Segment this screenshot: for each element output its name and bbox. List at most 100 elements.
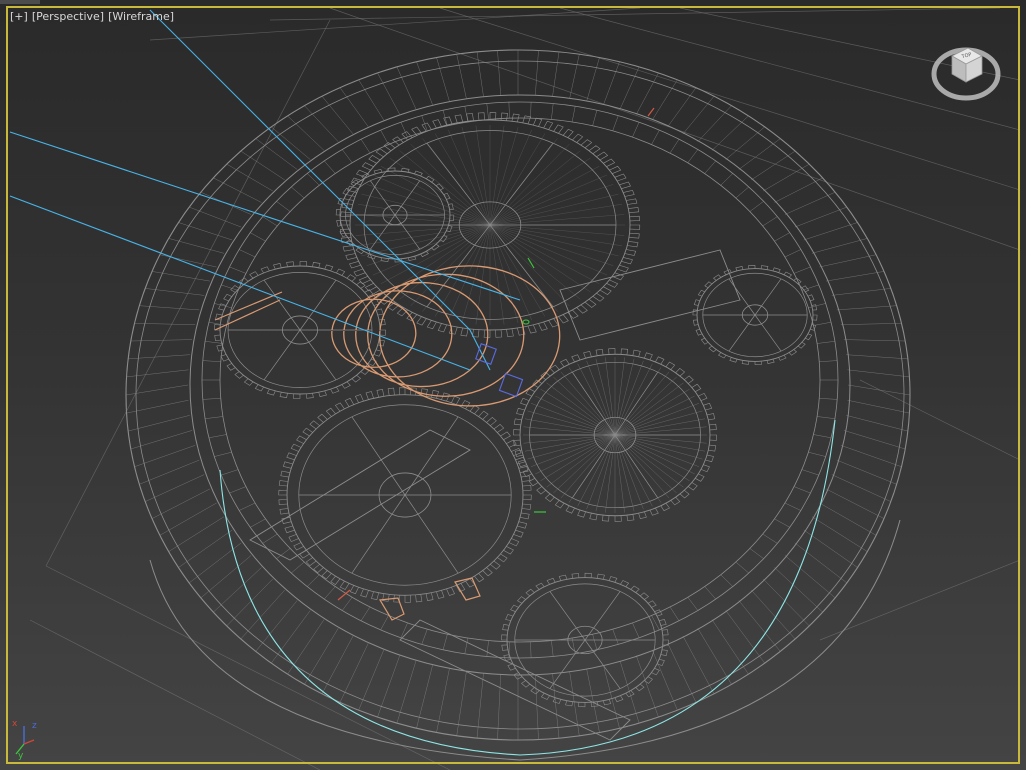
chapter-ring-tick — [442, 634, 448, 650]
case-facet-line — [134, 445, 196, 467]
x-axis-line — [23, 739, 35, 745]
chapter-ring-tick — [324, 586, 336, 600]
case-facet-line — [456, 54, 467, 99]
z-axis-label: z — [32, 721, 37, 731]
chapter-ring-tick — [704, 160, 716, 174]
main-fan-line — [489, 224, 619, 257]
chapter-ring-tick — [508, 102, 510, 119]
case-facet-line — [497, 674, 501, 740]
case-facet-line — [358, 649, 385, 711]
case-facet-line — [831, 474, 891, 502]
floor-grid-line — [149, 7, 641, 41]
case-facet-line — [456, 671, 467, 736]
case-facet-line — [846, 354, 908, 360]
chapter-ring-tick — [784, 249, 801, 258]
balance-fan-line — [614, 363, 653, 436]
case-facet-line — [836, 459, 897, 485]
case-facet-line — [651, 649, 678, 711]
chapter-ring-tick — [486, 103, 489, 120]
chapter-ring-tick — [819, 360, 838, 362]
bridge-plate — [559, 249, 741, 341]
top-left-gear-spoke — [370, 180, 396, 216]
case-facet-line — [178, 222, 233, 241]
case-facet-line — [819, 254, 877, 268]
case-facet-line — [151, 488, 211, 519]
chapter-ring-tick — [794, 486, 811, 494]
case-facet-line — [128, 354, 190, 360]
case-facet-line — [803, 222, 858, 241]
perspective-viewport[interactable]: [+] [Perspective] [Wireframe] TOP x z y — [0, 0, 1026, 770]
chapter-ring-tick — [214, 303, 232, 309]
chapter-ring-tick — [229, 486, 246, 494]
main-fan-line — [475, 224, 491, 325]
balance-fan-line — [614, 434, 703, 460]
balance-fan-line — [560, 371, 616, 436]
chapter-ring-tick — [250, 518, 266, 528]
chapter-ring-tick — [687, 149, 698, 163]
case-facet-line — [784, 555, 836, 598]
y-axis-label: y — [18, 751, 24, 760]
chapter-ring-tick — [774, 518, 790, 528]
case-facet-line — [843, 430, 906, 450]
viewport-general-menu[interactable]: [+] — [10, 10, 28, 23]
case-facet-line — [552, 51, 560, 97]
balance-fan-line — [614, 434, 653, 507]
case-facet-line — [825, 488, 885, 519]
x-axis-label: x — [12, 719, 18, 729]
chapter-ring-tick — [276, 201, 291, 212]
case-facet-line — [738, 600, 781, 652]
camera-target-line — [9, 131, 521, 301]
case-outer-ring-inner — [135, 60, 905, 730]
balance-fan-line — [614, 434, 684, 488]
case-facet-line — [840, 445, 902, 467]
floor-grid-line — [45, 565, 451, 770]
viewport-point-of-view-menu[interactable]: [Perspective] — [32, 10, 104, 23]
chapter-ring-tick — [817, 416, 835, 419]
chapter-ring-tick — [205, 341, 223, 344]
main-fan-line — [489, 150, 581, 226]
balance-fan-line — [530, 403, 616, 436]
chapter-ring-tick — [324, 160, 336, 174]
case-facet-line — [476, 673, 484, 739]
case-facet-line — [569, 54, 580, 99]
case-facet-line — [819, 502, 877, 536]
chapter-ring-tick — [669, 606, 680, 621]
viewport-shading-menu[interactable]: [Wireframe] — [108, 10, 174, 23]
main-fan-line — [489, 125, 505, 226]
balance-fan-line — [523, 426, 616, 436]
chapter-ring-tick — [817, 341, 835, 344]
main-fan-line — [399, 150, 491, 226]
case-facet-line — [846, 415, 908, 432]
barrel-gear-spoke — [351, 494, 406, 574]
chapter-ring-tick — [651, 129, 660, 145]
camera-target-line — [469, 329, 491, 371]
wireframe-scene[interactable] — [0, 0, 1026, 770]
chapter-ring-tick — [592, 110, 598, 126]
case-facet-line — [287, 619, 325, 675]
main-fan-line — [489, 174, 607, 226]
viewcube-icon[interactable]: TOP — [930, 38, 1002, 104]
case-facet-line — [436, 57, 450, 102]
chapter-ring-tick — [202, 398, 221, 400]
chapter-ring-tick — [486, 640, 489, 657]
chapter-ring-tick — [291, 561, 305, 574]
case-facet-line — [139, 459, 200, 485]
viewport-label-menu: [+] [Perspective] [Wireframe] — [10, 10, 174, 23]
chapter-ring-tick — [202, 360, 221, 362]
barrel-gear-spoke — [351, 416, 406, 496]
green-marker-dot — [522, 319, 530, 325]
case-facet-line — [189, 206, 242, 228]
balance-fan-line — [535, 434, 616, 475]
balance-fan-line — [527, 410, 616, 436]
main-fan-line — [489, 224, 532, 321]
chapter-ring-tick — [208, 434, 227, 439]
balance-fan-line — [553, 376, 616, 436]
right-gear-spoke — [728, 278, 756, 316]
case-facet-line — [840, 323, 902, 325]
case-facet-line — [667, 87, 697, 127]
right-gear-spoke — [754, 314, 782, 352]
case-facet-line — [725, 610, 765, 664]
main-fan-line — [489, 224, 591, 293]
case-facet-line — [226, 163, 273, 192]
case-facet-line — [784, 191, 836, 215]
